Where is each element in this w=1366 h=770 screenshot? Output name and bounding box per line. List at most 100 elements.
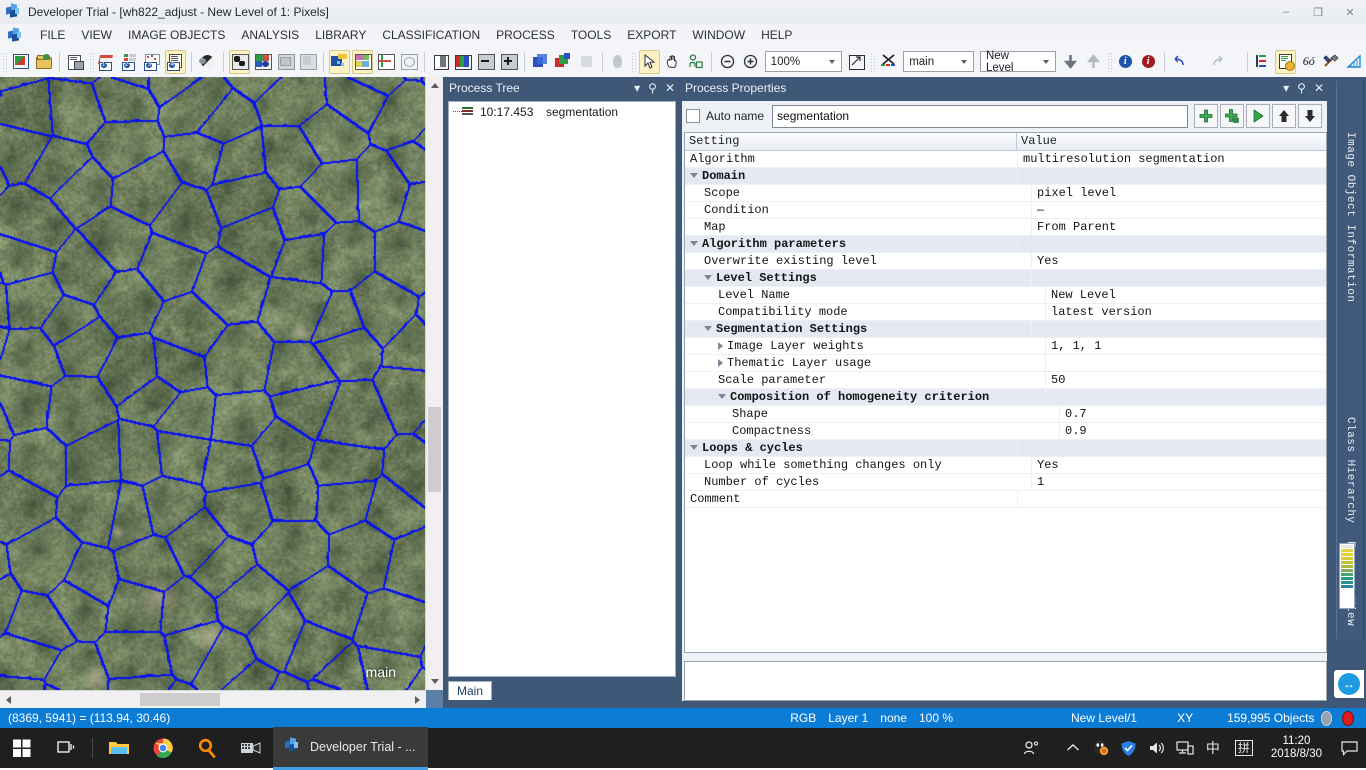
add-process-button[interactable] bbox=[1194, 104, 1218, 128]
settings-grid[interactable]: Setting Value Algorithm multiresolution s… bbox=[684, 132, 1327, 653]
settings-row-value[interactable]: multiresolution segmentation bbox=[1018, 151, 1326, 167]
zoom-fit-icon[interactable] bbox=[846, 50, 867, 74]
settings-row-value[interactable]: Yes bbox=[1032, 457, 1326, 473]
settings-row-value[interactable] bbox=[1018, 491, 1326, 507]
close-button[interactable]: ✕ bbox=[1334, 0, 1366, 24]
expand-panel-button[interactable]: ↔ bbox=[1334, 670, 1364, 698]
maximize-button[interactable]: ❐ bbox=[1302, 0, 1334, 24]
action-center-icon[interactable] bbox=[1332, 728, 1366, 768]
start-icon[interactable] bbox=[0, 728, 44, 768]
scroll-down-button[interactable] bbox=[426, 673, 443, 690]
settings-row-value[interactable]: New Level bbox=[1046, 287, 1326, 303]
settings-row-value[interactable]: pixel level bbox=[1032, 185, 1326, 201]
pan-hand-icon[interactable] bbox=[662, 50, 683, 74]
horizontal-scroll-thumb[interactable] bbox=[140, 693, 220, 706]
add-child-process-button[interactable] bbox=[1220, 104, 1244, 128]
close-icon[interactable]: ✕ bbox=[665, 82, 675, 94]
zoom-in-icon[interactable] bbox=[740, 50, 761, 74]
samples-view-icon[interactable] bbox=[398, 50, 419, 74]
chevron-down-icon[interactable] bbox=[829, 59, 836, 64]
pixel-view-icon[interactable] bbox=[197, 50, 218, 74]
feature-view-icon[interactable]: 6ó bbox=[1298, 50, 1319, 74]
execute-process-button[interactable] bbox=[1246, 104, 1270, 128]
menu-item-file[interactable]: FILE bbox=[32, 26, 73, 44]
chevron-down-icon[interactable]: ▾ bbox=[634, 82, 640, 94]
tab-class-hierarchy[interactable]: Class Hierarchy bbox=[1336, 411, 1364, 529]
process-tree-row[interactable]: 10:17.453 segmentation bbox=[449, 102, 675, 121]
expander-open-icon[interactable] bbox=[704, 275, 712, 281]
image-canvas-container[interactable]: main bbox=[0, 77, 426, 690]
settings-row-value[interactable] bbox=[1018, 440, 1326, 456]
settings-row-value[interactable]: From Parent bbox=[1032, 219, 1326, 235]
settings-row-value[interactable]: 1, 1, 1 bbox=[1046, 338, 1326, 354]
zoom-out-icon[interactable] bbox=[717, 50, 738, 74]
settings-row[interactable]: Loop while something changes only Yes bbox=[685, 457, 1326, 474]
measure-icon[interactable] bbox=[1344, 50, 1365, 74]
process-properties-icon[interactable] bbox=[1275, 49, 1297, 74]
settings-row-value[interactable]: 50 bbox=[1046, 372, 1326, 388]
menu-item-help[interactable]: HELP bbox=[753, 26, 800, 44]
edit-layer-mixing-icon[interactable] bbox=[553, 50, 574, 74]
menu-item-image-objects[interactable]: IMAGE OBJECTS bbox=[120, 26, 233, 44]
settings-row[interactable]: Image Layer weights 1, 1, 1 bbox=[685, 338, 1326, 355]
settings-row-value[interactable] bbox=[1046, 355, 1326, 371]
settings-row[interactable]: Number of cycles 1 bbox=[685, 474, 1326, 491]
process-name-input[interactable]: segmentation bbox=[772, 104, 1188, 128]
chrome-icon[interactable] bbox=[141, 728, 185, 768]
map-select-combo[interactable]: main bbox=[903, 51, 974, 72]
chevron-down-icon[interactable] bbox=[1042, 59, 1049, 64]
vertical-scroll-thumb[interactable] bbox=[428, 407, 441, 492]
settings-row-value[interactable] bbox=[1046, 389, 1326, 405]
expander-closed-icon[interactable] bbox=[718, 358, 723, 367]
menu-item-tools[interactable]: TOOLS bbox=[563, 26, 619, 44]
info-blue-icon[interactable]: i bbox=[1115, 50, 1136, 74]
settings-row[interactable]: Comment bbox=[685, 491, 1326, 508]
process-tree-icon[interactable] bbox=[1253, 50, 1274, 74]
smooth-icon[interactable] bbox=[576, 50, 597, 74]
view-classification-icon[interactable] bbox=[252, 50, 273, 74]
settings-row[interactable]: Domain bbox=[685, 168, 1326, 185]
redo-icon[interactable] bbox=[1207, 50, 1228, 74]
people-icon[interactable] bbox=[1017, 728, 1045, 768]
toolbar-grip-2[interactable] bbox=[88, 51, 94, 72]
tab-main[interactable]: Main bbox=[448, 681, 493, 700]
menu-item-classification[interactable]: CLASSIFICATION bbox=[374, 26, 488, 44]
show-outlines-icon[interactable] bbox=[329, 49, 351, 74]
level-up-icon[interactable] bbox=[1083, 50, 1104, 74]
view-transparent-icon[interactable] bbox=[297, 50, 318, 74]
settings-row[interactable]: Compactness 0.9 bbox=[685, 423, 1326, 440]
shadow-icon[interactable] bbox=[607, 50, 628, 74]
pin-icon[interactable]: ⚲ bbox=[648, 82, 657, 94]
scroll-left-button[interactable] bbox=[0, 691, 17, 708]
taskbar-active-window[interactable]: Developer Trial - ... bbox=[273, 726, 428, 770]
expander-closed-icon[interactable] bbox=[718, 341, 723, 350]
settings-row[interactable]: Map From Parent bbox=[685, 219, 1326, 236]
file-explorer-icon[interactable] bbox=[97, 728, 141, 768]
move-up-button[interactable] bbox=[1272, 104, 1296, 128]
settings-row-value[interactable]: latest version bbox=[1046, 304, 1326, 320]
settings-row[interactable]: Compatibility mode latest version bbox=[685, 304, 1326, 321]
view-outline-icon[interactable] bbox=[275, 50, 296, 74]
manual-edit-icon[interactable] bbox=[685, 50, 706, 74]
image-vertical-scrollbar[interactable] bbox=[425, 77, 443, 690]
cursor-select-icon[interactable] bbox=[639, 49, 661, 74]
settings-row[interactable]: Composition of homogeneity criterion bbox=[685, 389, 1326, 406]
menu-item-library[interactable]: LIBRARY bbox=[307, 26, 374, 44]
taskbar-clock[interactable]: 11:20 2018/8/30 bbox=[1261, 735, 1332, 761]
minimize-button[interactable]: – bbox=[1270, 0, 1302, 24]
view-setting-2-icon[interactable]: 2 bbox=[120, 50, 141, 74]
pin-icon[interactable]: ⚲ bbox=[1297, 82, 1306, 94]
skeleton-view-icon[interactable] bbox=[375, 50, 396, 74]
menu-item-export[interactable]: EXPORT bbox=[619, 26, 684, 44]
settings-row[interactable]: Condition — bbox=[685, 202, 1326, 219]
close-icon[interactable]: ✕ bbox=[1314, 82, 1324, 94]
settings-row[interactable]: Level Name New Level bbox=[685, 287, 1326, 304]
menu-item-view[interactable]: VIEW bbox=[73, 26, 120, 44]
redo-dropdown-icon[interactable] bbox=[1229, 50, 1241, 74]
settings-row[interactable]: Thematic Layer usage bbox=[685, 355, 1326, 372]
toolbar-grip-4[interactable] bbox=[870, 51, 876, 72]
toolbar-grip-5[interactable] bbox=[1106, 51, 1112, 72]
view-layer-icon[interactable] bbox=[228, 49, 250, 74]
show-hidden-icons-icon[interactable] bbox=[1059, 728, 1087, 768]
undo-dropdown-icon[interactable] bbox=[1192, 50, 1204, 74]
